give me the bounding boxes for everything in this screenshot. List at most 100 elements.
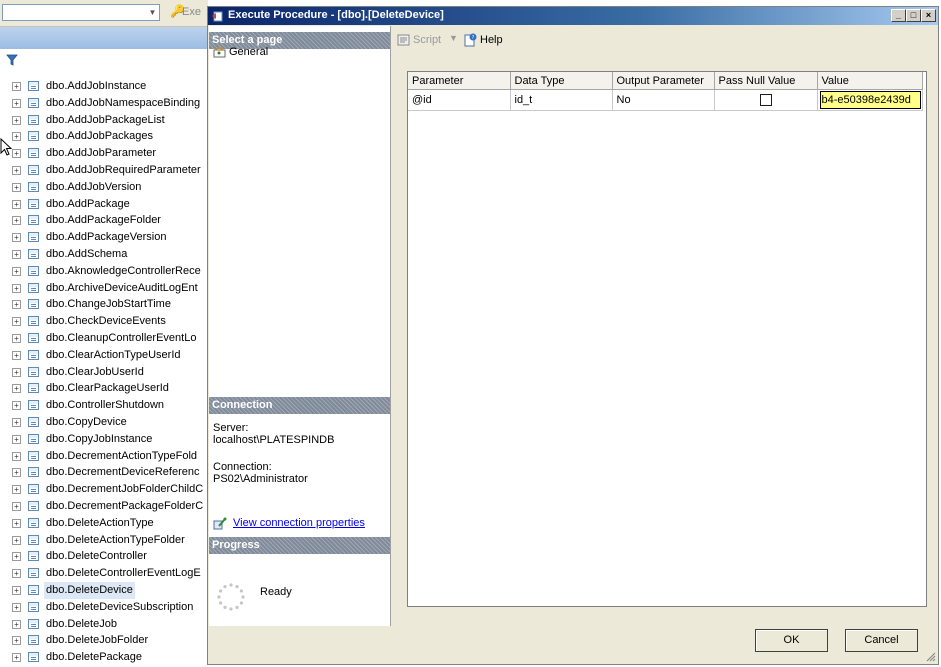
list-item[interactable]: + dbo.ClearActionTypeUserId [0,347,208,364]
list-item[interactable]: + dbo.CheckDeviceEvents [0,313,208,330]
list-item[interactable]: + dbo.AddJobVersion [0,179,208,196]
script-button[interactable]: Script [413,34,441,46]
expand-icon[interactable]: + [12,317,21,327]
column-header-data-type[interactable]: Data Type [510,72,613,90]
cancel-button[interactable]: Cancel [845,629,918,652]
chevron-down-icon[interactable]: ▼ [146,5,159,20]
stored-procedure-icon [28,148,39,159]
list-item[interactable]: + dbo.DeleteJob [0,616,208,633]
database-combo[interactable]: ▼ [2,4,160,21]
list-item-label: dbo.ClearJobUserId [46,365,144,378]
list-item[interactable]: + dbo.DeleteActionTypeFolder [0,532,208,549]
expand-icon[interactable]: + [12,401,21,411]
list-item[interactable]: + dbo.AddPackage [0,196,208,213]
expand-icon[interactable]: + [12,300,21,310]
list-item[interactable]: + dbo.ClearPackageUserId [0,380,208,397]
expand-icon[interactable]: + [12,216,21,226]
list-item[interactable]: + dbo.ChangeJobStartTime [0,296,208,313]
list-item[interactable]: + dbo.ControllerShutdown [0,397,208,414]
expand-icon[interactable]: + [12,283,21,293]
list-item[interactable]: + dbo.CleanupControllerEventLo [0,330,208,347]
expand-icon[interactable]: + [12,249,21,259]
execute-button-label[interactable]: Exe [182,6,201,18]
column-header-value[interactable]: Value [817,72,923,90]
expand-icon[interactable]: + [12,636,21,646]
column-header-pass-null-value[interactable]: Pass Null Value [714,72,818,90]
expand-icon[interactable]: + [12,417,21,427]
value-cell[interactable] [817,89,923,111]
help-button[interactable]: Help [480,34,503,46]
list-item[interactable]: + dbo.AddJobRequiredParameter [0,162,208,179]
expand-icon[interactable]: + [12,518,21,528]
size-grip-icon[interactable] [925,651,936,662]
expand-icon[interactable]: + [12,149,21,159]
expand-icon[interactable]: + [12,602,21,612]
expand-icon[interactable]: + [12,585,21,595]
list-item[interactable]: + dbo.AddJobInstance [0,78,208,95]
list-item[interactable]: + dbo.CopyDevice [0,414,208,431]
script-dropdown-icon[interactable]: ▼ [449,33,458,43]
progress-header: Progress [209,537,390,554]
list-item[interactable]: + dbo.AddPackageVersion [0,229,208,246]
expand-icon[interactable]: + [12,535,21,545]
minimize-button[interactable]: _ [891,9,906,22]
list-item[interactable]: + dbo.DeleteActionType [0,515,208,532]
expand-icon[interactable]: + [12,619,21,629]
list-item[interactable]: + dbo.DecrementActionTypeFold [0,448,208,465]
expand-icon[interactable]: + [12,384,21,394]
list-item[interactable]: + dbo.AddJobPackages [0,128,208,145]
list-item[interactable]: + dbo.AddPackageFolder [0,212,208,229]
list-item[interactable]: + dbo.DeleteController [0,548,208,565]
expand-icon[interactable]: + [12,82,21,91]
expand-icon[interactable]: + [12,98,21,108]
expand-icon[interactable]: + [12,653,21,663]
stored-procedure-icon [28,248,39,259]
expand-icon[interactable]: + [12,468,21,478]
expand-icon[interactable]: + [12,233,21,243]
list-item[interactable]: + dbo.DeleteDevice [0,581,208,599]
list-item[interactable]: + dbo.DecrementDeviceReferenc [0,464,208,481]
list-item[interactable]: + dbo.AddJobParameter [0,145,208,162]
expand-icon[interactable]: + [12,165,21,175]
view-connection-properties-link[interactable]: View connection properties [211,516,389,532]
expand-icon[interactable]: + [12,350,21,360]
expand-icon[interactable]: + [12,115,21,125]
expand-icon[interactable]: + [12,132,21,142]
list-item[interactable]: + dbo.DecrementJobFolderChildC [0,481,208,498]
filter-icon[interactable] [6,54,18,66]
list-item[interactable]: + dbo.DeleteJobFolder [0,632,208,649]
list-item[interactable]: + dbo.DeleteDeviceSubscription [0,599,208,616]
pass-null-value-checkbox[interactable] [759,94,772,107]
expand-icon[interactable]: + [12,333,21,343]
list-item[interactable]: + dbo.DeletePackage [0,649,208,666]
expand-icon[interactable]: + [12,451,21,461]
close-button[interactable]: × [921,9,936,22]
list-item[interactable]: + dbo.CopyJobInstance [0,431,208,448]
table-row: @id id_t No [408,89,923,111]
stored-procedure-icon [28,164,39,175]
expand-icon[interactable]: + [12,485,21,495]
list-item[interactable]: + dbo.AddJobNamespaceBinding [0,95,208,112]
expand-icon[interactable]: + [12,501,21,511]
list-item[interactable]: + dbo.ClearJobUserId [0,364,208,381]
ok-button[interactable]: OK [755,629,828,652]
column-header-output-parameter[interactable]: Output Parameter [612,72,715,90]
expand-icon[interactable]: + [12,266,21,276]
expand-icon[interactable]: + [12,569,21,579]
list-item[interactable]: + dbo.AddSchema [0,246,208,263]
expand-icon[interactable]: + [12,434,21,444]
list-item[interactable]: + dbo.DeleteControllerEventLogE [0,565,208,582]
list-item-label: dbo.AddPackageVersion [46,231,167,244]
column-header-parameter[interactable]: Parameter [408,72,511,90]
list-item[interactable]: + dbo.ArchiveDeviceAuditLogEnt [0,280,208,297]
value-input[interactable] [819,91,921,109]
list-item[interactable]: + dbo.AddJobPackageList [0,112,208,129]
expand-icon[interactable]: + [12,199,21,209]
dialog-titlebar[interactable]: Execute Procedure - [dbo].[DeleteDevice]… [208,7,938,25]
list-item[interactable]: + dbo.DecrementPackageFolderC [0,498,208,515]
list-item[interactable]: + dbo.AknowledgeControllerRece [0,263,208,280]
maximize-button[interactable]: □ [906,9,921,22]
expand-icon[interactable]: + [12,367,21,377]
expand-icon[interactable]: + [12,182,21,192]
expand-icon[interactable]: + [12,552,21,562]
